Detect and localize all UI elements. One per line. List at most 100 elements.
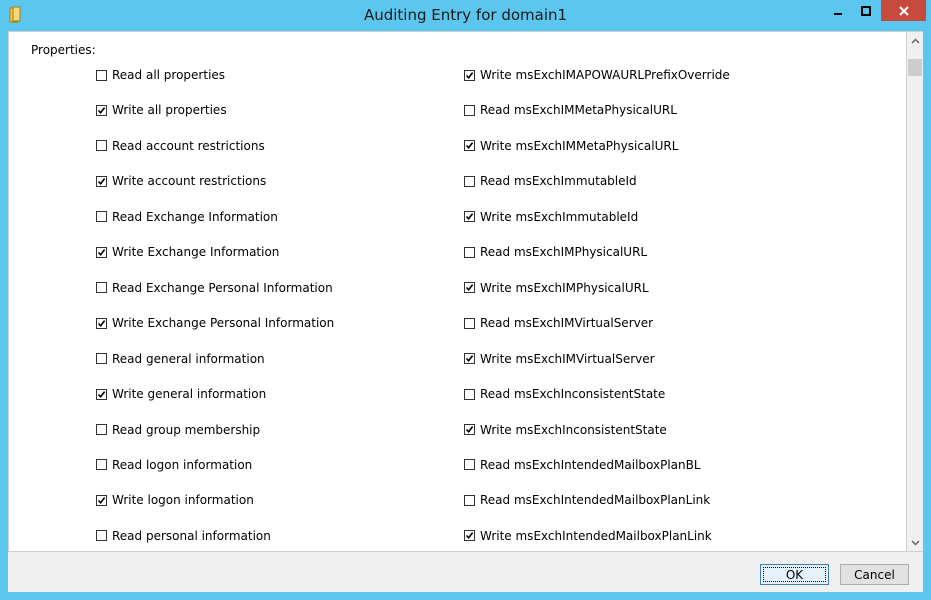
checkbox[interactable] [96, 69, 107, 81]
checkmark-icon [465, 426, 474, 434]
close-icon [898, 5, 909, 16]
checkbox[interactable] [96, 459, 107, 471]
checkbox[interactable] [96, 175, 107, 187]
property-checkbox-row[interactable]: Read personal information [96, 528, 271, 544]
checkmark-icon [465, 284, 474, 292]
checkmark-icon [97, 248, 106, 256]
property-checkbox-row[interactable]: Write account restrictions [96, 173, 266, 189]
checkbox-label: Read Exchange Information [112, 209, 278, 224]
checkbox[interactable] [464, 459, 475, 471]
checkbox-label: Write msExchIMAPOWAURLPrefixOverride [480, 68, 730, 82]
checkbox[interactable] [96, 104, 107, 116]
checkbox[interactable] [96, 424, 107, 435]
property-checkbox-row[interactable]: Read msExchInconsistentState [464, 386, 665, 402]
checkbox[interactable] [464, 282, 475, 294]
checkbox[interactable] [96, 317, 107, 329]
property-checkbox-row[interactable]: Read msExchIMVirtualServer [464, 315, 653, 331]
property-checkbox-row[interactable]: Read general information [96, 351, 265, 367]
property-checkbox-row[interactable]: Read account restrictions [96, 138, 265, 154]
checkbox[interactable] [96, 282, 107, 294]
checkbox[interactable] [96, 494, 107, 506]
checkbox-label: Read msExchImmutableId [480, 174, 637, 189]
checkbox-label: Read account restrictions [112, 138, 265, 153]
property-checkbox-row[interactable]: Write all properties [96, 102, 227, 118]
dialog-footer: OK Cancel [8, 552, 923, 592]
property-checkbox-row[interactable]: Read Exchange Information [96, 209, 278, 225]
maximize-button[interactable] [851, 0, 881, 21]
property-checkbox-row[interactable]: Read all properties [96, 67, 225, 83]
chevron-up-icon [911, 38, 919, 43]
checkbox[interactable] [464, 140, 475, 152]
scroll-down-button[interactable] [907, 534, 923, 551]
checkbox[interactable] [464, 353, 475, 365]
checkbox-label: Write general information [112, 387, 267, 402]
checkbox[interactable] [464, 104, 475, 116]
checkbox[interactable] [464, 69, 475, 81]
checkbox[interactable] [464, 317, 475, 329]
checkmark-icon [465, 355, 474, 363]
checkbox-label: Read msExchIMVirtualServer [480, 316, 654, 331]
maximize-icon [861, 5, 871, 16]
ok-button[interactable]: OK [760, 564, 829, 585]
checkbox[interactable] [464, 388, 475, 400]
property-checkbox-row[interactable]: Write msExchIMAPOWAURLPrefixOverride [464, 67, 730, 83]
checkbox[interactable] [96, 246, 107, 258]
checkbox-label: Write all properties [112, 103, 227, 118]
cancel-button[interactable]: Cancel [840, 564, 909, 585]
property-checkbox-row[interactable]: Write msExchIMMetaPhysicalURL [464, 138, 678, 154]
property-checkbox-row[interactable]: Read msExchIMMetaPhysicalURL [464, 102, 677, 118]
checkbox-label: Write msExchIMVirtualServer [480, 351, 655, 366]
scroll-up-button[interactable] [907, 32, 923, 49]
properties-scroll-panel[interactable]: Properties: Read all properties Write all… [8, 31, 907, 552]
property-checkbox-row[interactable]: Read Exchange Personal Information [96, 280, 333, 296]
checkmark-icon [97, 177, 106, 185]
checkbox[interactable] [464, 246, 475, 258]
vertical-scrollbar[interactable] [907, 31, 923, 552]
checkbox-label: Write msExchIntendedMailboxPlanLink [480, 528, 712, 543]
checkbox-label: Read group membership [112, 422, 261, 437]
property-checkbox-row[interactable]: Write msExchInconsistentState [464, 422, 667, 438]
property-checkbox-row[interactable]: Write Exchange Information [96, 244, 279, 260]
checkbox[interactable] [96, 353, 107, 365]
checkmark-icon [97, 319, 106, 327]
property-checkbox-row[interactable]: Read msExchIntendedMailboxPlanLink [464, 492, 710, 508]
property-checkbox-row[interactable]: Write msExchImmutableId [464, 209, 638, 225]
property-checkbox-row[interactable]: Read msExchIMPhysicalURL [464, 244, 647, 260]
property-checkbox-row[interactable]: Write msExchIntendedMailboxPlanLink [464, 528, 712, 544]
property-checkbox-row[interactable]: Read logon information [96, 457, 252, 473]
checkbox[interactable] [96, 388, 107, 400]
checkmark-icon [97, 107, 106, 114]
checkmark-icon [97, 390, 106, 398]
property-checkbox-row[interactable]: Write general information [96, 386, 266, 402]
checkbox-label: Write account restrictions [112, 174, 267, 189]
checkbox[interactable] [464, 494, 475, 506]
checkmark-icon [465, 213, 474, 221]
minimize-button[interactable] [825, 0, 851, 21]
property-checkbox-row[interactable]: Read group membership [96, 422, 260, 438]
checkbox[interactable] [464, 424, 475, 435]
checkbox[interactable] [96, 530, 107, 542]
checkbox[interactable] [96, 211, 107, 223]
property-checkbox-row[interactable]: Write msExchIMVirtualServer [464, 351, 655, 367]
scrollbar-thumb[interactable] [908, 59, 922, 76]
property-checkbox-row[interactable]: Read msExchIntendedMailboxPlanBL [464, 457, 701, 473]
checkbox[interactable] [96, 140, 107, 152]
property-checkbox-row[interactable]: Write Exchange Personal Information [96, 315, 334, 331]
checkbox-label: Write msExchInconsistentState [480, 422, 667, 437]
window-title: Auditing Entry for domain1 [363, 6, 568, 24]
property-checkbox-row[interactable]: Write msExchIMPhysicalURL [464, 280, 649, 296]
checkbox[interactable] [464, 211, 475, 223]
checkbox-label: Read logon information [112, 457, 253, 472]
title-bar[interactable]: Auditing Entry for domain1 [0, 0, 931, 31]
checkbox-label: Read msExchInconsistentState [480, 387, 666, 402]
checkbox-label: Write logon information [112, 493, 254, 508]
close-button[interactable] [881, 0, 926, 21]
checkbox-label: Read msExchIntendedMailboxPlanBL [480, 457, 701, 472]
checkbox-label: Read msExchIMPhysicalURL [480, 245, 648, 260]
property-checkbox-row[interactable]: Write logon information [96, 492, 254, 508]
property-checkbox-row[interactable]: Read msExchImmutableId [464, 173, 637, 189]
checkbox-label: Read msExchIMMetaPhysicalURL [480, 103, 677, 118]
checkbox-label: Read msExchIntendedMailboxPlanLink [480, 493, 711, 508]
checkbox[interactable] [464, 530, 475, 542]
checkbox[interactable] [464, 175, 475, 187]
